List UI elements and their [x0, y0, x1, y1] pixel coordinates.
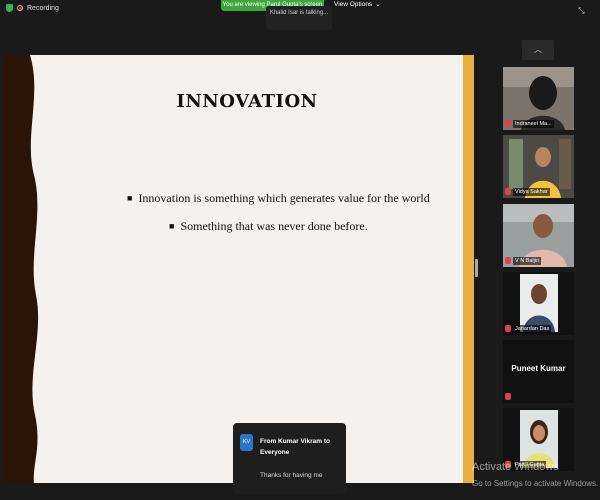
participant-name: Indraneel Ma...	[513, 119, 554, 128]
bullet-icon: ■	[169, 221, 175, 231]
slide-bullet: ■ Something that was never done before.	[169, 219, 368, 234]
avatar: KV	[240, 434, 253, 451]
bullet-text: Something that was never done before.	[180, 219, 368, 233]
chat-sender: From Kumar Vikram to Everyone	[260, 438, 330, 456]
recording-label: Recording	[27, 4, 59, 12]
mic-muted-icon	[505, 188, 511, 195]
chevron-down-icon: ⌄	[375, 1, 381, 8]
mic-muted-icon	[505, 257, 511, 264]
view-options-label: View Options	[334, 1, 373, 8]
view-options-button[interactable]: View Options ⌄	[334, 0, 381, 10]
participant-tile[interactable]: Puneet Kumar	[503, 340, 574, 403]
participant-tile[interactable]: Janardan Das	[503, 272, 574, 335]
recording-indicator[interactable]: Recording	[6, 4, 59, 12]
mic-muted-icon	[505, 393, 511, 400]
slide-bullet: ■ Innovation is something which generates…	[127, 191, 430, 206]
participant-name-center: Puneet Kumar	[511, 364, 566, 373]
participant-name: Janardan Das	[513, 324, 552, 333]
participant-tile[interactable]: Vidya Sakhar	[503, 135, 574, 198]
security-shield-icon[interactable]	[6, 4, 13, 12]
recording-icon	[17, 5, 23, 11]
slide-right-bar	[463, 55, 474, 483]
slide-title: INNOVATION	[176, 91, 318, 112]
exit-fullscreen-icon[interactable]: ⤡	[577, 6, 586, 15]
chevron-up-icon: ︿	[534, 45, 542, 54]
splitter-handle[interactable]	[475, 259, 478, 277]
chat-message: Thanks for having me	[260, 472, 323, 479]
chat-notification[interactable]: KV From Kumar Vikram to Everyone Thanks …	[233, 423, 346, 494]
activation-watermark-title: Activate Windows	[472, 461, 559, 473]
participant-tile[interactable]: Indraneel Ma...	[503, 67, 574, 130]
participant-name: V N Baljiri	[513, 256, 542, 265]
mic-muted-icon	[505, 120, 511, 127]
meeting-window: Recording You are viewing Parul Gupta's …	[0, 0, 600, 500]
bullet-icon: ■	[127, 193, 133, 203]
participant-name: Vidya Sakhar	[513, 187, 550, 196]
activation-watermark-subtitle: Go to Settings to activate Windows.	[472, 479, 599, 488]
active-speaker-label: Khalid Isar is talking...	[266, 6, 332, 30]
mic-muted-icon	[505, 325, 511, 332]
slide-left-wave	[2, 55, 39, 483]
bullet-text: Innovation is something which generates …	[138, 191, 430, 205]
shared-screen: INNOVATION ■ Innovation is something whic…	[2, 55, 474, 483]
participant-tile[interactable]: V N Baljiri	[503, 204, 574, 267]
collapse-gallery-button[interactable]: ︿	[522, 40, 554, 60]
